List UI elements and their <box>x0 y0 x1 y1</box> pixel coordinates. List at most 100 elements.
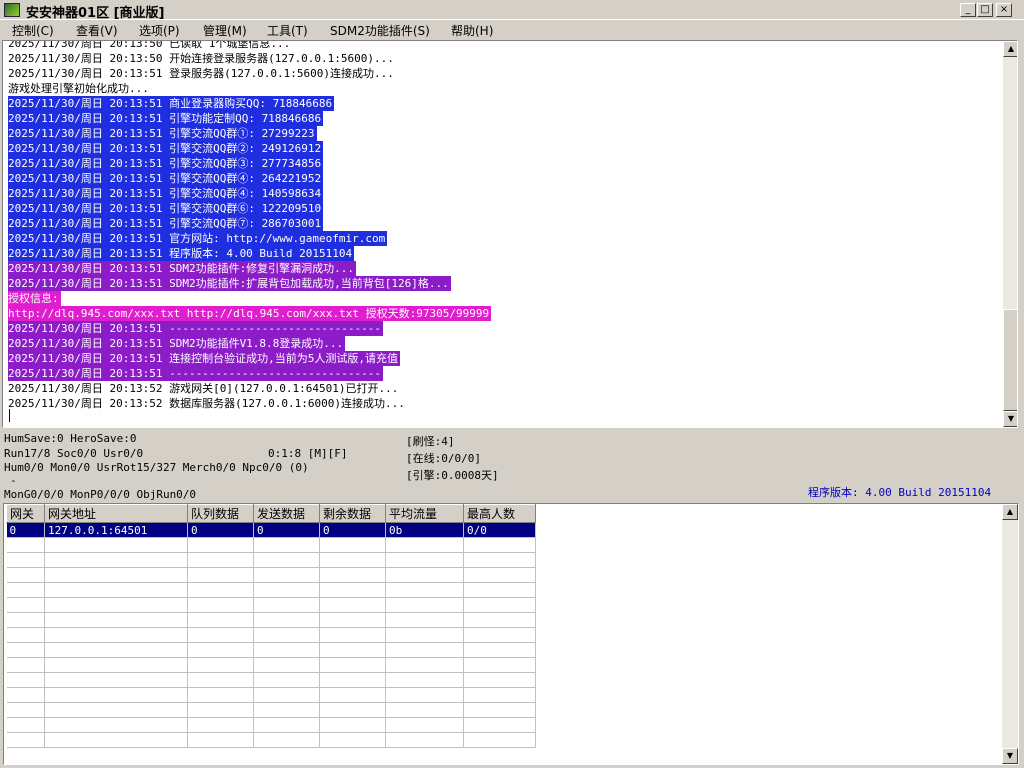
title-bar: 安安神器01区 [商业版] _ □ × <box>0 0 1024 21</box>
menu-help[interactable]: 帮助(H) <box>451 22 493 39</box>
log-text: 2025/11/30/周日 20:13:50 已读取 1个城堡信息... <box>8 40 291 50</box>
menu-bar: 控制(C) 查看(V) 选项(P) 管理(M) 工具(T) SDM2功能插件(S… <box>0 21 1024 39</box>
col-gateway[interactable]: 网关 <box>6 504 45 523</box>
log-line: 2025/11/30/周日 20:13:51 引擎功能定制QQ: 7188466… <box>8 111 998 126</box>
log-line: 2025/11/30/周日 20:13:51 SDM2功能插件:扩展背包加载成功… <box>8 276 998 291</box>
log-text: 2025/11/30/周日 20:13:51 程序版本: 4.00 Build … <box>8 246 355 261</box>
log-line: 2025/11/30/周日 20:13:51 -----------------… <box>8 321 998 336</box>
log-line: 2025/11/30/周日 20:13:51 程序版本: 4.00 Build … <box>8 246 998 261</box>
table-row-empty <box>6 687 536 703</box>
log-line: 2025/11/30/周日 20:13:51 官方网站: http://www.… <box>8 231 998 246</box>
log-line: 2025/11/30/周日 20:13:50 开始连接登录服务器(127.0.0… <box>8 51 998 66</box>
log-text: 2025/11/30/周日 20:13:51 -----------------… <box>8 366 383 381</box>
col-avg-traffic[interactable]: 平均流量 <box>385 504 464 523</box>
scroll-thumb[interactable] <box>1003 309 1017 411</box>
uptime-stat: 0:1:8 [M][F] <box>268 447 348 460</box>
log-line: 2025/11/30/周日 20:13:51 引擎交流QQ群①: 2729922… <box>8 126 998 141</box>
scroll-up-arrow-icon[interactable]: ▲ <box>1002 504 1018 520</box>
col-remaining-data[interactable]: 剩余数据 <box>319 504 386 523</box>
log-scrollbar[interactable]: ▲ ▼ <box>1003 41 1017 427</box>
table-row-empty <box>6 582 536 598</box>
log-line: http://dlq.945.com/xxx.txt http://dlq.94… <box>8 306 998 321</box>
gateway-grid[interactable]: 网关 网关地址 队列数据 发送数据 剩余数据 平均流量 最高人数 0 127.0… <box>3 503 1019 765</box>
table-row-empty <box>6 642 536 658</box>
log-line: 2025/11/30/周日 20:13:52 数据库服务器(127.0.0.1:… <box>8 396 998 411</box>
log-line: 2025/11/30/周日 20:13:50 已读取 1个城堡信息... <box>8 40 998 51</box>
log-line: 2025/11/30/周日 20:13:51 -----------------… <box>8 366 998 381</box>
table-row-empty <box>6 612 536 628</box>
log-text: http://dlq.945.com/xxx.txt http://dlq.94… <box>8 306 492 321</box>
hum-save-stat: HumSave:0 HeroSave:0 <box>4 432 137 445</box>
mon-stat: MonG0/0/0 MonP0/0/0 ObjRun0/0 <box>4 488 197 501</box>
refresh-stat: [刷怪:4] <box>406 435 455 448</box>
text-caret <box>9 409 10 422</box>
table-row-empty <box>6 597 536 613</box>
log-text: 2025/11/30/周日 20:13:51 登录服务器(127.0.0.1:5… <box>8 67 394 80</box>
menu-view[interactable]: 查看(V) <box>76 22 118 39</box>
cell-gateway-address: 127.0.0.1:64501 <box>44 522 188 538</box>
menu-sdm2-plugins[interactable]: SDM2功能插件(S) <box>330 22 430 39</box>
menu-tools[interactable]: 工具(T) <box>267 22 308 39</box>
log-line: 2025/11/30/周日 20:13:51 引擎交流QQ群⑥: 1222095… <box>8 201 998 216</box>
log-text: 2025/11/30/周日 20:13:51 引擎交流QQ群⑥: 1222095… <box>8 201 324 216</box>
log-text: 2025/11/30/周日 20:13:51 商业登录器购买QQ: 718846… <box>8 96 335 111</box>
log-text: 2025/11/30/周日 20:13:51 引擎交流QQ群②: 2491269… <box>8 141 324 156</box>
table-row-empty <box>6 672 536 688</box>
window-title: 安安神器01区 [商业版] <box>26 6 165 21</box>
table-row-empty <box>6 657 536 673</box>
log-line: 2025/11/30/周日 20:13:51 引擎交流QQ群⑦: 2867030… <box>8 216 998 231</box>
cell-send-data: 0 <box>253 522 320 538</box>
menu-control[interactable]: 控制(C) <box>12 22 54 39</box>
log-text: 2025/11/30/周日 20:13:50 开始连接登录服务器(127.0.0… <box>8 52 394 65</box>
app-icon <box>4 3 20 17</box>
table-row-empty <box>6 702 536 718</box>
log-line: 2025/11/30/周日 20:13:52 游戏网关[0](127.0.0.1… <box>8 381 998 396</box>
log-text: 2025/11/30/周日 20:13:51 连接控制台验证成功,当前为5人测试… <box>8 351 400 366</box>
col-queue-data[interactable]: 队列数据 <box>187 504 254 523</box>
log-text: 2025/11/30/周日 20:13:51 引擎交流QQ群①: 2729922… <box>8 126 317 141</box>
col-gateway-address[interactable]: 网关地址 <box>44 504 188 523</box>
log-text: 2025/11/30/周日 20:13:51 引擎交流QQ群③: 2777348… <box>8 156 324 171</box>
log-text: 2025/11/30/周日 20:13:51 官方网站: http://www.… <box>8 231 388 246</box>
hum-stat: Hum0/0 Mon0/0 UsrRot15/327 Merch0/0 Npc0… <box>4 461 309 474</box>
scroll-down-arrow-icon[interactable]: ▼ <box>1002 748 1018 764</box>
log-line: 游戏处理引擎初始化成功... <box>8 81 998 96</box>
menu-manage[interactable]: 管理(M) <box>203 22 247 39</box>
log-text: 游戏处理引擎初始化成功... <box>8 82 149 95</box>
gateway-table: 网关 网关地址 队列数据 发送数据 剩余数据 平均流量 最高人数 0 127.0… <box>6 504 536 748</box>
log-line: 2025/11/30/周日 20:13:51 SDM2功能插件:修复引擎漏洞成功… <box>8 261 998 276</box>
table-header-row: 网关 网关地址 队列数据 发送数据 剩余数据 平均流量 最高人数 <box>6 504 536 523</box>
cell-queue-data: 0 <box>187 522 254 538</box>
maximize-button[interactable]: □ <box>977 3 993 17</box>
run-stat: Run17/8 Soc0/0 Usr0/0 <box>4 447 144 460</box>
close-button[interactable]: × <box>996 3 1012 17</box>
engine-stat: [引擎:0.0008天] <box>406 469 499 482</box>
log-panel[interactable]: 2025/11/30/周日 20:13:50 已读取 1个城堡信息... 202… <box>2 40 1018 428</box>
scroll-down-arrow-icon[interactable]: ▼ <box>1003 411 1017 427</box>
scroll-up-arrow-icon[interactable]: ▲ <box>1003 41 1017 57</box>
menu-options[interactable]: 选项(P) <box>139 22 180 39</box>
cell-gateway: 0 <box>6 522 45 538</box>
table-row-empty <box>6 717 536 733</box>
log-list: 2025/11/30/周日 20:13:50 已读取 1个城堡信息... 202… <box>8 40 998 411</box>
minimize-button[interactable]: _ <box>960 3 976 17</box>
online-stat: [在线:0/0/0] <box>406 452 481 465</box>
col-send-data[interactable]: 发送数据 <box>253 504 320 523</box>
log-text: 2025/11/30/周日 20:13:51 引擎功能定制QQ: 7188466… <box>8 111 324 126</box>
main-window: 安安神器01区 [商业版] _ □ × 控制(C) 查看(V) 选项(P) 管理… <box>0 0 1024 768</box>
log-text: 2025/11/30/周日 20:13:51 SDM2功能插件:扩展背包加载成功… <box>8 276 451 291</box>
log-text: 2025/11/30/周日 20:13:51 -----------------… <box>8 321 383 336</box>
log-line: 2025/11/30/周日 20:13:51 引擎交流QQ群④: 2642219… <box>8 171 998 186</box>
log-text: 2025/11/30/周日 20:13:51 引擎交流QQ群⑦: 2867030… <box>8 216 324 231</box>
status-area: HumSave:0 HeroSave:0 Run17/8 Soc0/0 Usr0… <box>0 430 1024 504</box>
table-row-empty <box>6 537 536 553</box>
cell-avg-traffic: 0b <box>385 522 464 538</box>
log-line: 2025/11/30/周日 20:13:51 引擎交流QQ群④: 1405986… <box>8 186 998 201</box>
log-text: 2025/11/30/周日 20:13:51 引擎交流QQ群④: 2642219… <box>8 171 324 186</box>
log-text: 2025/11/30/周日 20:13:52 游戏网关[0](127.0.0.1… <box>8 382 399 395</box>
log-line: 授权信息: <box>8 291 998 306</box>
log-text: 授权信息: <box>8 291 61 306</box>
table-row[interactable]: 0 127.0.0.1:64501 0 0 0 0b 0/0 <box>6 522 536 538</box>
col-max-users[interactable]: 最高人数 <box>463 504 536 523</box>
grid-scrollbar[interactable]: ▲ ▼ <box>1002 504 1018 764</box>
